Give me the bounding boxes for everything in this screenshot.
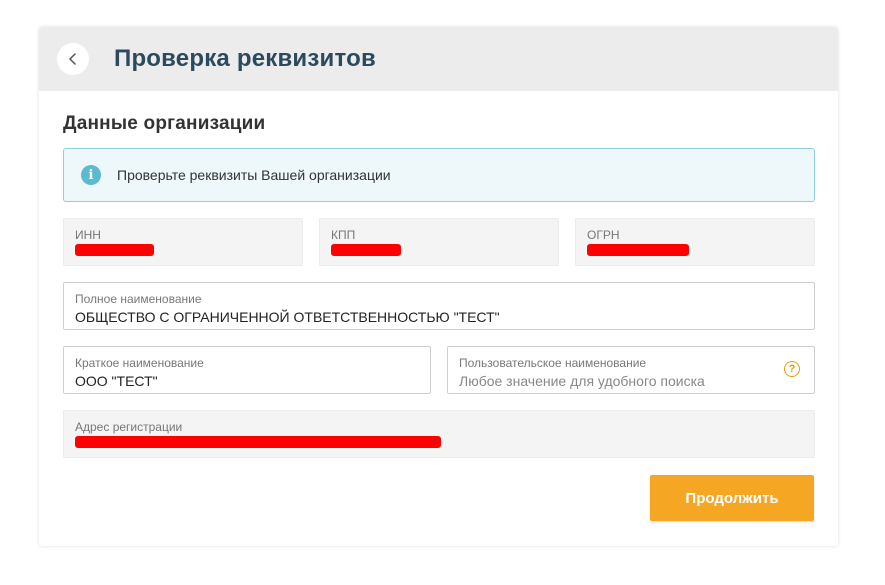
full-name-value[interactable]: ОБЩЕСТВО С ОГРАНИЧЕННОЙ ОТВЕТСТВЕННОСТЬЮ… — [75, 308, 500, 326]
ogrn-redacted-value — [587, 244, 689, 256]
short-name-field[interactable]: Краткое наименование ООО "ТЕСТ" — [63, 346, 431, 394]
section-title: Данные организации — [63, 113, 266, 134]
custom-name-placeholder[interactable]: Любое значение для удобного поиска — [459, 372, 705, 390]
address-label: Адрес регистрации — [75, 420, 183, 434]
info-banner: i Проверьте реквизиты Вашей организации — [63, 148, 815, 202]
kpp-redacted-value — [331, 244, 401, 256]
inn-label: ИНН — [75, 228, 101, 242]
ogrn-label: ОГРН — [587, 228, 620, 242]
back-button[interactable] — [57, 43, 89, 75]
kpp-label: КПП — [331, 228, 356, 242]
custom-name-field[interactable]: Пользовательское наименование Любое знач… — [447, 346, 815, 394]
chevron-left-icon — [68, 53, 78, 65]
full-name-field[interactable]: Полное наименование ОБЩЕСТВО С ОГРАНИЧЕН… — [63, 282, 815, 330]
short-name-label: Краткое наименование — [75, 356, 204, 370]
ogrn-field: ОГРН — [575, 218, 815, 266]
page-title: Проверка реквизитов — [114, 45, 376, 72]
address-field: Адрес регистрации — [63, 410, 815, 458]
full-name-label: Полное наименование — [75, 292, 202, 306]
continue-button[interactable]: Продолжить — [650, 475, 814, 521]
card-header: Проверка реквизитов — [39, 27, 838, 91]
inn-field: ИНН — [63, 218, 303, 266]
inn-redacted-value — [75, 244, 154, 256]
custom-name-label: Пользовательское наименование — [459, 356, 647, 370]
kpp-field: КПП — [319, 218, 559, 266]
info-text: Проверьте реквизиты Вашей организации — [117, 167, 391, 183]
short-name-value[interactable]: ООО "ТЕСТ" — [75, 372, 158, 390]
address-redacted-value — [75, 436, 441, 448]
info-icon: i — [81, 165, 101, 185]
requisites-card: Проверка реквизитов Данные организации i… — [39, 27, 838, 546]
question-help-icon[interactable]: ? — [784, 361, 800, 377]
